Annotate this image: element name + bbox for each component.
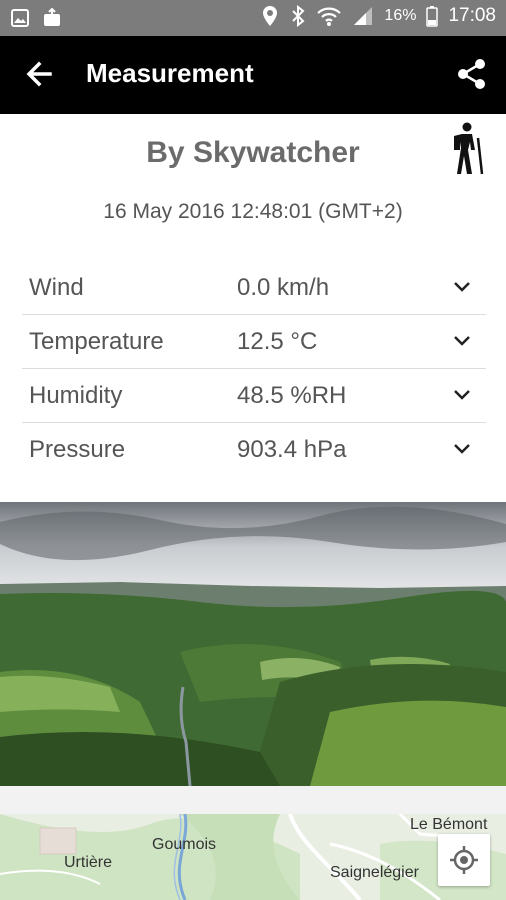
clock: 17:08 xyxy=(448,5,496,26)
row-label: Pressure xyxy=(29,436,126,463)
arrow-left-icon[interactable] xyxy=(22,56,58,92)
status-left xyxy=(10,8,62,28)
row-value: 12.5 °C xyxy=(237,328,318,355)
row-value: 903.4 hPa xyxy=(237,436,347,463)
chevron-down-icon[interactable] xyxy=(452,331,472,351)
status-bar: 16% 17:08 xyxy=(0,0,506,36)
row-label: Wind xyxy=(29,274,84,301)
hiker-icon xyxy=(454,122,484,175)
row-humidity[interactable]: Humidity 48.5 %RH xyxy=(22,369,486,423)
measurement-list: Wind 0.0 km/h Temperature 12.5 °C Humidi… xyxy=(22,261,486,476)
signal-icon xyxy=(354,7,373,25)
measurement-card: By Skywatcher 16 May 2016 12:48:01 (GMT+… xyxy=(0,114,506,502)
map-view[interactable]: Le Bémont Goumois Urtière Saignelégier xyxy=(0,814,506,900)
map-label-saignelegier: Saignelégier xyxy=(330,864,419,881)
share-icon[interactable] xyxy=(454,56,490,92)
chevron-down-icon[interactable] xyxy=(452,385,472,405)
landscape-photo[interactable] xyxy=(0,502,506,786)
measurement-datetime: 16 May 2016 12:48:01 (GMT+2) xyxy=(103,200,403,223)
location-icon xyxy=(263,6,278,26)
row-label: Humidity xyxy=(29,382,123,409)
author-title: By Skywatcher xyxy=(146,136,360,169)
map-label-urtiere: Urtière xyxy=(64,854,113,871)
row-value: 48.5 %RH xyxy=(237,382,347,409)
chevron-down-icon[interactable] xyxy=(452,439,472,459)
map-label-le-bemont: Le Bémont xyxy=(410,816,488,833)
page-title: Measurement xyxy=(86,58,254,88)
row-pressure[interactable]: Pressure 903.4 hPa xyxy=(22,423,486,476)
my-location-button[interactable] xyxy=(438,834,490,886)
map-label-goumois: Goumois xyxy=(152,836,217,853)
chevron-down-icon[interactable] xyxy=(452,277,472,297)
row-wind[interactable]: Wind 0.0 km/h xyxy=(22,261,486,315)
bluetooth-icon xyxy=(292,5,305,27)
status-right: 16% 17:08 xyxy=(260,5,496,27)
spacer xyxy=(0,786,506,814)
image-upload-icon xyxy=(44,8,60,26)
row-temperature[interactable]: Temperature 12.5 °C xyxy=(22,315,486,369)
gallery-icon xyxy=(11,9,29,27)
row-value: 0.0 km/h xyxy=(237,274,330,301)
battery-percent: 16% xyxy=(384,7,417,24)
battery-icon xyxy=(426,6,439,27)
my-location-icon xyxy=(450,846,478,874)
app-bar: Measurement xyxy=(0,36,506,114)
row-label: Temperature xyxy=(29,328,164,355)
wifi-icon xyxy=(317,7,342,26)
